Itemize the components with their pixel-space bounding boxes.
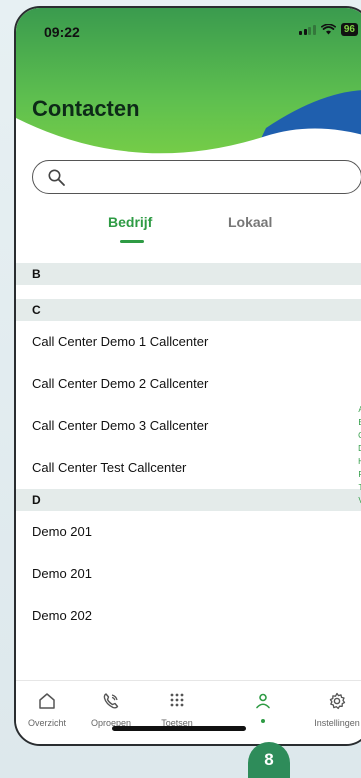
index-letter[interactable]: P bbox=[354, 468, 361, 481]
contact-row[interactable]: Demo 202 bbox=[16, 595, 361, 637]
home-indicator bbox=[112, 726, 246, 731]
section-header-b: B bbox=[16, 263, 361, 285]
person-icon bbox=[256, 693, 270, 709]
index-letter[interactable]: H bbox=[354, 455, 361, 468]
nav-label: Instellingen bbox=[314, 718, 360, 728]
nav-label: Overzicht bbox=[27, 718, 66, 728]
index-letter[interactable]: A bbox=[354, 403, 361, 416]
active-tab-indicator bbox=[120, 240, 144, 243]
alphabet-index[interactable]: A B C D H P T V bbox=[354, 403, 361, 507]
nav-oproepen[interactable]: Oproepen bbox=[80, 691, 142, 728]
battery-icon: 96 bbox=[340, 23, 358, 36]
index-letter[interactable]: C bbox=[354, 429, 361, 442]
home-icon bbox=[39, 693, 55, 709]
header: 09:22 96 Contacten bbox=[16, 8, 361, 178]
index-letter[interactable]: T bbox=[354, 481, 361, 494]
section-header-c: C bbox=[16, 299, 361, 321]
bottom-tab-bar: Overzicht Oproepen Toetsen Instellingen bbox=[16, 680, 361, 744]
index-letter[interactable]: B bbox=[354, 416, 361, 429]
status-icons: 96 bbox=[299, 23, 358, 36]
nav-overzicht[interactable]: Overzicht bbox=[16, 691, 78, 728]
contact-row[interactable]: Call Center Demo 2 Callcenter bbox=[16, 363, 361, 405]
phone-icon bbox=[103, 693, 119, 709]
phone-frame: 09:22 96 Contacten Bedrijf Lokaal B C Ca… bbox=[14, 6, 361, 746]
keypad-icon bbox=[170, 693, 184, 707]
step-badge: 8 bbox=[248, 742, 290, 778]
gear-icon bbox=[329, 692, 346, 710]
nav-toetsen[interactable]: Toetsen bbox=[146, 691, 208, 728]
index-letter[interactable]: D bbox=[354, 442, 361, 455]
tab-lokaal[interactable]: Lokaal bbox=[228, 214, 272, 230]
signal-icon bbox=[299, 24, 316, 35]
section-header-d: D bbox=[16, 489, 361, 511]
nav-instellingen[interactable]: Instellingen bbox=[306, 691, 361, 728]
page-title: Contacten bbox=[32, 96, 140, 121]
contact-row[interactable]: Call Center Test Callcenter bbox=[16, 447, 361, 489]
screen: 09:22 96 Contacten Bedrijf Lokaal B C Ca… bbox=[0, 0, 361, 778]
nav-contacten[interactable] bbox=[232, 691, 294, 723]
index-letter[interactable]: V bbox=[354, 494, 361, 507]
search-input[interactable] bbox=[32, 160, 361, 194]
search-icon bbox=[48, 169, 65, 186]
status-time: 09:22 bbox=[44, 24, 80, 40]
contact-row[interactable]: Demo 201 bbox=[16, 553, 361, 595]
contact-row[interactable]: Call Center Demo 1 Callcenter bbox=[16, 321, 361, 363]
active-tab-dot bbox=[261, 719, 265, 723]
contact-list[interactable]: B C Call Center Demo 1 Callcenter Call C… bbox=[16, 263, 361, 637]
tab-bedrijf[interactable]: Bedrijf bbox=[108, 214, 152, 230]
wifi-icon bbox=[320, 24, 336, 35]
tabs: Bedrijf Lokaal bbox=[16, 214, 361, 244]
contact-row[interactable]: Call Center Demo 3 Callcenter bbox=[16, 405, 361, 447]
contact-row[interactable]: Demo 201 bbox=[16, 511, 361, 553]
